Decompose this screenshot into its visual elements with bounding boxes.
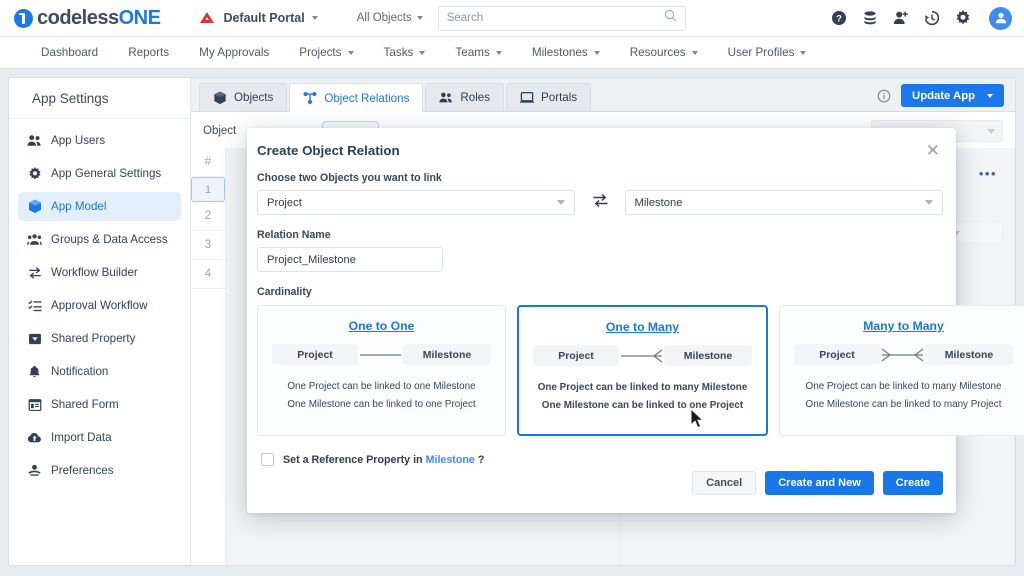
entity-diagram: Project Milestone (794, 344, 1013, 365)
swap-arrows-icon (592, 193, 609, 213)
card-desc-line1: One Project can be linked to one Milesto… (287, 378, 475, 396)
card-desc-line2: One Milestone can be linked to one Proje… (287, 396, 475, 414)
choose-objects-label: Choose two Objects you want to link (257, 172, 943, 184)
chevron-down-icon (557, 200, 565, 205)
cancel-button[interactable]: Cancel (692, 471, 756, 495)
cardinality-label: Cardinality (257, 286, 943, 298)
entity-right: Milestone (403, 344, 491, 365)
entity-right: Milestone (925, 344, 1013, 365)
card-title: One to Many (606, 320, 679, 334)
swap-objects-button[interactable] (575, 193, 624, 213)
chevron-down-icon (925, 200, 933, 205)
card-desc-line1: One Project can be linked to many Milest… (806, 378, 1002, 396)
create-and-new-button[interactable]: Create and New (765, 471, 874, 495)
cardinality-card-many-to-many[interactable]: Many to Many Project Milestone One Proje… (779, 305, 1024, 436)
create-object-relation-dialog: Create Object Relation ✕ Choose two Obje… (247, 128, 956, 513)
card-title: Many to Many (863, 319, 944, 333)
right-object-select[interactable]: Milestone (625, 190, 943, 215)
right-object-value: Milestone (635, 197, 683, 209)
left-object-value: Project (267, 197, 302, 209)
entity-left: Project (272, 344, 358, 365)
relation-line-many-to-many-icon (880, 347, 925, 363)
dialog-body: Choose two Objects you want to link Proj… (247, 159, 956, 466)
relation-line-one-to-many-icon (619, 348, 664, 364)
card-description: One Project can be linked to many Milest… (538, 379, 748, 416)
relation-name-label: Relation Name (257, 229, 943, 241)
cardinality-card-one-to-many[interactable]: One to Many Project Milestone One Projec… (517, 305, 768, 436)
relation-name-input[interactable] (257, 247, 443, 272)
card-title: One to One (349, 319, 415, 333)
reference-suffix: ? (478, 454, 485, 466)
relation-name-section: Relation Name (257, 229, 943, 272)
reference-prefix: Set a Reference Property in (283, 454, 423, 466)
reference-property-row: Set a Reference Property in Milestone ? (257, 453, 943, 466)
relation-line-one-to-one-icon (358, 347, 403, 363)
entity-right: Milestone (664, 345, 752, 366)
card-description: One Project can be linked to one Milesto… (287, 378, 475, 415)
entity-diagram: Project Milestone (272, 344, 491, 365)
dialog-header: Create Object Relation ✕ (247, 128, 956, 159)
left-object-select[interactable]: Project (257, 190, 575, 215)
entity-diagram: Project Milestone (533, 345, 752, 366)
cardinality-card-one-to-one[interactable]: One to One Project Milestone One Project… (257, 305, 506, 436)
reference-property-checkbox[interactable] (261, 453, 274, 466)
cardinality-cards: One to One Project Milestone One Project… (257, 305, 943, 436)
object-pair-row: Project Milestone (257, 190, 943, 215)
cardinality-section: Cardinality One to One Project Milestone (257, 286, 943, 436)
reference-property-label: Set a Reference Property in Milestone ? (283, 454, 484, 466)
card-desc-line2: One Milestone can be linked to one Proje… (538, 397, 748, 415)
entity-left: Project (533, 345, 619, 366)
dialog-title: Create Object Relation (257, 143, 400, 158)
dialog-footer: Cancel Create and New Create (247, 471, 956, 513)
entity-left: Project (794, 344, 880, 365)
close-icon[interactable]: ✕ (926, 142, 940, 159)
reference-link[interactable]: Milestone (426, 454, 475, 466)
create-button[interactable]: Create (883, 471, 943, 495)
card-desc-line2: One Milestone can be linked to many Proj… (806, 396, 1002, 414)
mouse-cursor (690, 408, 705, 434)
application-window: codelessONE Default Portal All Objects ? (0, 0, 1024, 576)
card-description: One Project can be linked to many Milest… (806, 378, 1002, 415)
card-desc-line1: One Project can be linked to many Milest… (538, 379, 748, 397)
